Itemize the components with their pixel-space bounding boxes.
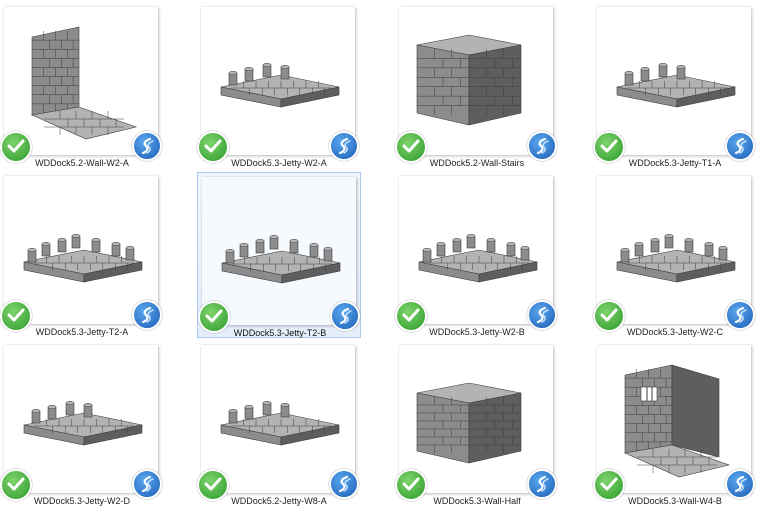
blue-swirl-icon [527,469,557,499]
file-item[interactable]: WDDock5.3-Jetty-T2-B [197,172,361,338]
file-item[interactable]: WDDock5.3-Wall-W4-B [593,341,757,507]
blue-swirl-icon [725,469,755,499]
file-thumbnail[interactable] [399,7,553,155]
file-name-label: WDDock5.3-Jetty-W2-C [626,327,723,337]
file-item[interactable]: WDDock5.3-Jetty-T1-A [593,3,757,169]
jetty-large-model-preview [616,233,736,283]
jetty-small-model-preview [220,62,340,108]
file-thumbnail[interactable] [4,345,158,493]
file-item[interactable]: WDDock5.2-Wall-Stairs [395,3,559,169]
file-grid: WDDock5.2-Wall-W2-A WDDock5.3-Jetty-W2-A W… [0,0,768,515]
file-item[interactable]: WDDock5.2-Wall-W2-A [0,3,164,169]
file-item[interactable]: WDDock5.3-Jetty-T2-A [0,172,164,338]
file-name-label: WDDock5.3-Jetty-W2-D [33,496,130,506]
file-thumbnail[interactable] [597,7,751,155]
file-thumbnail[interactable] [201,7,355,155]
file-name-label: WDDock5.3-Jetty-T1-A [628,158,722,168]
jetty-small-model-preview [220,400,340,446]
file-thumbnail[interactable] [597,345,751,493]
block-half-model-preview [416,382,522,464]
file-thumbnail[interactable] [4,176,158,324]
file-thumbnail[interactable] [201,345,355,493]
file-thumbnail[interactable] [4,7,158,155]
blue-swirl-icon [329,131,359,161]
blue-swirl-icon [725,131,755,161]
blue-swirl-icon [132,300,162,330]
file-item[interactable]: WDDock5.3-Jetty-W2-C [593,172,757,338]
file-item[interactable]: WDDock5.3-Jetty-W2-D [0,341,164,507]
blue-swirl-icon [329,469,359,499]
file-name-label: WDDock5.3-Jetty-W2-B [429,327,525,337]
file-name-label: WDDock5.2-Wall-Stairs [429,158,525,168]
block-cube-model-preview [416,34,522,126]
file-name-label: WDDock5.2-Wall-W2-A [35,158,129,168]
file-item[interactable]: WDDock5.2-Jetty-W8-A [197,341,361,507]
blue-swirl-icon [132,469,162,499]
file-name-label: WDDock5.2-Jetty-W8-A [231,496,327,506]
file-thumbnail[interactable] [399,176,553,324]
blue-swirl-icon [527,300,557,330]
jetty-diagonal-model-preview [23,400,143,446]
jetty-large-model-preview [23,233,143,283]
jetty-large-model-preview [221,234,341,284]
file-thumbnail[interactable] [202,177,356,325]
file-item[interactable]: WDDock5.3-Wall-Half [395,341,559,507]
wall-corner-model-preview [30,26,138,140]
file-thumbnail[interactable] [597,176,751,324]
file-name-label: WDDock5.3-Wall-W4-B [628,496,722,506]
blue-swirl-icon [527,131,557,161]
file-name-label: WDDock5.3-Wall-Half [433,496,521,506]
jetty-small-model-preview [616,62,736,108]
blue-swirl-icon [725,300,755,330]
blue-swirl-icon [330,301,360,331]
file-thumbnail[interactable] [399,345,553,493]
file-name-label: WDDock5.3-Jetty-W2-A [231,158,327,168]
wall-window-model-preview [623,364,731,478]
file-name-label: WDDock5.3-Jetty-T2-B [233,328,327,338]
file-item[interactable]: WDDock5.3-Jetty-W2-A [197,3,361,169]
file-name-label: WDDock5.3-Jetty-T2-A [35,327,129,337]
jetty-large-model-preview [418,233,538,283]
file-item[interactable]: WDDock5.3-Jetty-W2-B [395,172,559,338]
blue-swirl-icon [132,131,162,161]
